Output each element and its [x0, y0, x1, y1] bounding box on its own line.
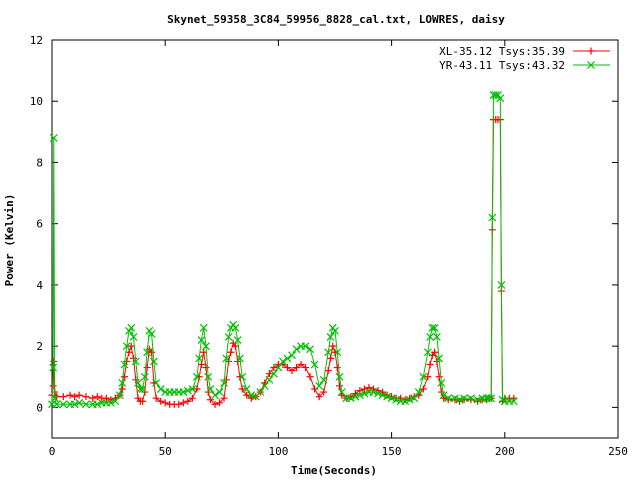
- data-point: [227, 348, 235, 356]
- data-point: [143, 364, 151, 372]
- data-point: [311, 385, 319, 393]
- data-point: [71, 393, 79, 401]
- data-point: [435, 373, 443, 381]
- data-point: [82, 393, 90, 401]
- data-point: [161, 399, 169, 407]
- x-tick-label: 250: [608, 445, 628, 458]
- series-layer: [48, 91, 518, 409]
- y-tick-label: 8: [36, 156, 43, 169]
- data-point: [293, 364, 301, 372]
- data-point: [89, 394, 97, 402]
- y-tick-label: 12: [30, 34, 43, 47]
- data-point: [302, 364, 310, 372]
- legend-label: YR-43.11 Tsys:43.32: [439, 59, 565, 72]
- data-point: [306, 345, 315, 354]
- data-point: [184, 397, 192, 405]
- x-tick-label: 100: [268, 445, 288, 458]
- y-axis-label: Power (Kelvin): [3, 194, 16, 287]
- data-point: [265, 375, 274, 384]
- data-point: [333, 364, 341, 372]
- data-point: [66, 391, 74, 399]
- y-tick-label: 10: [30, 95, 43, 108]
- data-point: [211, 391, 219, 400]
- data-point: [288, 367, 296, 375]
- data-point: [152, 394, 160, 402]
- data-point: [283, 364, 291, 372]
- data-point: [215, 388, 224, 397]
- data-point: [283, 354, 292, 363]
- y-tick-label: 0: [36, 401, 43, 414]
- y-tick-label: 4: [36, 279, 43, 292]
- x-tick-label: 0: [49, 445, 56, 458]
- y-tick-label: 2: [36, 340, 43, 353]
- chart-title: Skynet_59358_3C84_59956_8828_cal.txt, LO…: [167, 13, 505, 26]
- data-point: [329, 342, 337, 350]
- legend: XL-35.12 Tsys:35.39YR-43.11 Tsys:43.32: [439, 45, 610, 72]
- data-point: [93, 393, 101, 401]
- data-point: [288, 351, 296, 360]
- y-axis: 0 2 4 6 8 10 12: [30, 34, 618, 414]
- data-point: [306, 373, 314, 381]
- data-point: [75, 391, 83, 399]
- data-point: [426, 361, 434, 369]
- legend-label: XL-35.12 Tsys:35.39: [439, 45, 565, 58]
- x-axis-label: Time(Seconds): [291, 464, 377, 477]
- data-point: [118, 385, 126, 393]
- data-point: [179, 399, 187, 407]
- data-point: [59, 393, 67, 401]
- data-point: [156, 385, 165, 393]
- data-point: [202, 364, 210, 372]
- x-tick-label: 200: [495, 445, 515, 458]
- y-tick-label: 6: [36, 218, 43, 231]
- series-1: [48, 116, 518, 408]
- data-point: [297, 361, 305, 369]
- series-line: [51, 94, 514, 405]
- data-point: [127, 323, 136, 332]
- data-point: [120, 373, 128, 381]
- data-point: [49, 382, 57, 390]
- data-point: [336, 382, 344, 390]
- data-point: [467, 396, 475, 404]
- data-point: [175, 400, 183, 408]
- data-point: [157, 397, 165, 405]
- series-2: [48, 91, 518, 409]
- chart: Skynet_59358_3C84_59956_8828_cal.txt, LO…: [3, 13, 628, 477]
- data-point: [188, 394, 196, 402]
- x-tick-label: 50: [159, 445, 172, 458]
- legend-marker: [587, 47, 595, 55]
- plot-frame: [51, 39, 619, 439]
- x-tick-label: 150: [382, 445, 402, 458]
- data-point: [292, 345, 301, 354]
